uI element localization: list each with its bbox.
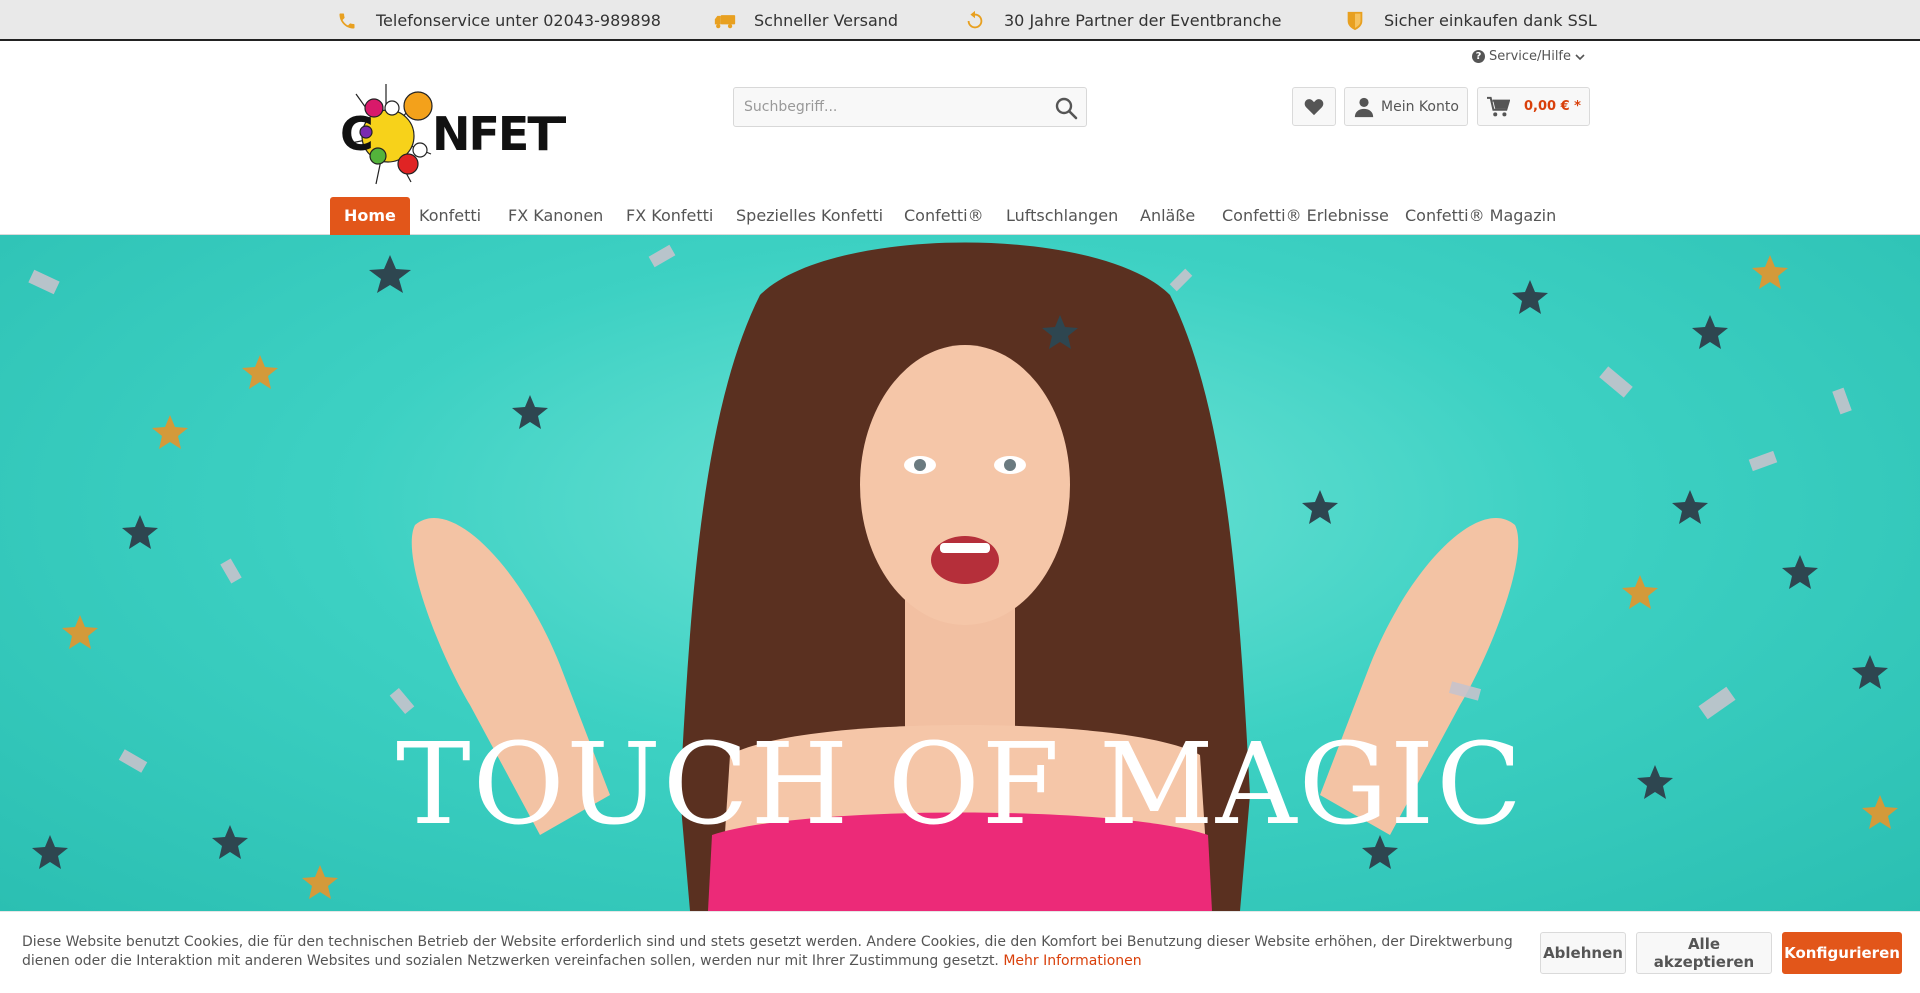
nav-item-fx-kanonen[interactable]: FX Kanonen [508, 197, 603, 235]
nav-item-home[interactable]: Home [330, 197, 410, 235]
chevron-down-icon [1575, 53, 1585, 60]
cookie-text: Diese Website benutzt Cookies, die für d… [22, 934, 1513, 969]
svg-text:C: C [340, 107, 374, 161]
wishlist-button[interactable] [1292, 87, 1336, 126]
user-icon [1354, 97, 1374, 117]
cart-amount: 0,00 € * [1524, 99, 1581, 114]
nav-item-magazin[interactable]: Confetti® Magazin [1405, 197, 1556, 235]
help-icon: ? [1472, 50, 1485, 63]
service-help-menu[interactable]: ? Service/Hilfe [1472, 49, 1585, 64]
usp-phone: Telefonservice unter 02043-989898 [336, 0, 661, 41]
service-help-label: Service/Hilfe [1489, 49, 1571, 64]
nav-item-confetti[interactable]: Confetti® [904, 197, 984, 235]
logo[interactable]: C NFETTI [336, 84, 604, 186]
cart-button[interactable]: 0,00 € * [1477, 87, 1590, 126]
truck-icon [714, 10, 736, 32]
cart-icon [1487, 96, 1510, 116]
nav-item-erlebnisse[interactable]: Confetti® Erlebnisse [1222, 197, 1389, 235]
cookie-more-info-link[interactable]: Mehr Informationen [1003, 953, 1141, 969]
nav-item-luftschlangen[interactable]: Luftschlangen [1006, 197, 1118, 235]
nav-item-fx-konfetti[interactable]: FX Konfetti [626, 197, 713, 235]
usp-phone-label: Telefonservice unter 02043-989898 [376, 11, 661, 30]
nav-item-spezielles-konfetti[interactable]: Spezielles Konfetti [736, 197, 883, 235]
usp-shipping: Schneller Versand [714, 0, 898, 41]
cookie-text-block: Diese Website benutzt Cookies, die für d… [22, 933, 1522, 971]
search-input[interactable] [734, 88, 1044, 126]
configure-button[interactable]: Konfigurieren [1782, 932, 1902, 974]
hero-banner[interactable]: TOUCH OF MAGIC [0, 235, 1920, 911]
cookie-consent-bar: Diese Website benutzt Cookies, die für d… [0, 911, 1920, 993]
usp-partner: 30 Jahre Partner der Eventbranche [964, 0, 1281, 41]
accept-all-button[interactable]: Alle akzeptieren [1636, 932, 1772, 974]
usp-bar: Telefonservice unter 02043-989898 Schnel… [0, 0, 1920, 41]
refresh-icon [964, 10, 986, 32]
svg-text:NFETTI: NFETTI [432, 107, 566, 161]
usp-partner-label: 30 Jahre Partner der Eventbranche [1004, 11, 1282, 30]
usp-ssl-label: Sicher einkaufen dank SSL [1384, 11, 1597, 30]
account-button[interactable]: Mein Konto [1344, 87, 1468, 126]
search-box [733, 87, 1087, 127]
nav-item-anlaesse[interactable]: Anläße [1140, 197, 1195, 235]
phone-icon [336, 10, 358, 32]
main-navigation: Home Konfetti FX Kanonen FX Konfetti Spe… [0, 197, 1920, 235]
heart-icon [1304, 98, 1324, 115]
hero-title: TOUCH OF MAGIC [396, 720, 1524, 850]
shield-icon [1344, 10, 1366, 32]
search-icon[interactable] [1054, 96, 1078, 120]
usp-ssl: Sicher einkaufen dank SSL [1344, 0, 1597, 41]
nav-item-konfetti[interactable]: Konfetti [419, 197, 481, 235]
account-label: Mein Konto [1381, 98, 1459, 115]
usp-shipping-label: Schneller Versand [754, 11, 899, 30]
decline-button[interactable]: Ablehnen [1540, 932, 1626, 974]
